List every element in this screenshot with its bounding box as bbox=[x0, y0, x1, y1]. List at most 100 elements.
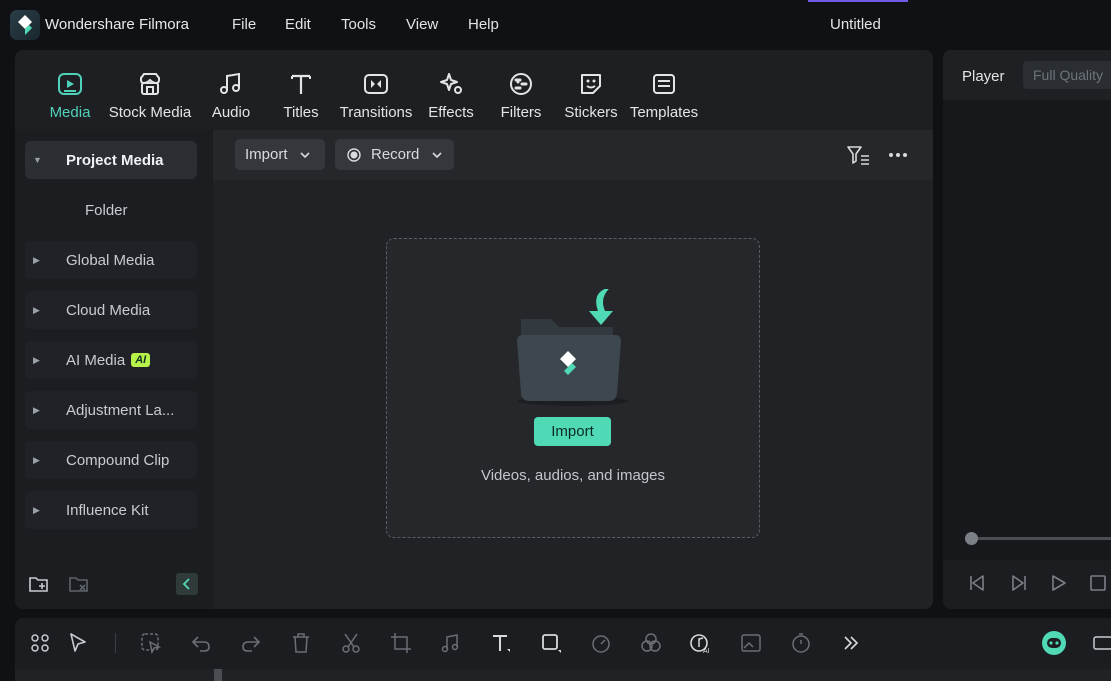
select-pointer-icon[interactable] bbox=[67, 631, 91, 655]
menu-file[interactable]: File bbox=[232, 16, 256, 33]
media-icon bbox=[56, 70, 84, 98]
menu-help[interactable]: Help bbox=[468, 16, 499, 33]
crop-icon[interactable] bbox=[389, 631, 413, 655]
delete-icon[interactable] bbox=[289, 631, 313, 655]
render-preview-icon[interactable] bbox=[1091, 631, 1111, 655]
player-header: Player Full Quality bbox=[943, 50, 1111, 100]
filters-icon bbox=[507, 70, 535, 98]
menu-view[interactable]: View bbox=[406, 16, 438, 33]
templates-icon bbox=[650, 70, 678, 98]
record-dropdown-button[interactable]: Record bbox=[335, 139, 454, 170]
media-toolbar: Import Record bbox=[213, 130, 933, 180]
import-hint-text: Videos, audios, and images bbox=[480, 467, 665, 484]
undo-icon[interactable] bbox=[189, 631, 213, 655]
layout-grid-icon[interactable] bbox=[28, 631, 52, 655]
toolbar-divider bbox=[115, 633, 116, 653]
chevron-down-icon bbox=[431, 149, 443, 161]
tab-media[interactable]: Media bbox=[25, 70, 115, 121]
ai-select-icon[interactable] bbox=[139, 631, 163, 655]
sidebar-item-cloud-media[interactable]: ▶ Cloud Media bbox=[25, 291, 197, 329]
ai-image-icon[interactable] bbox=[739, 631, 763, 655]
shape-tool-icon[interactable] bbox=[539, 631, 563, 655]
text-tool-icon[interactable] bbox=[489, 631, 513, 655]
menu-edit[interactable]: Edit bbox=[285, 16, 311, 33]
effects-sparkle-icon bbox=[437, 70, 465, 98]
next-frame-icon[interactable] bbox=[1007, 572, 1029, 594]
ai-copilot-icon[interactable] bbox=[1041, 630, 1067, 656]
audio-note-icon bbox=[217, 70, 245, 98]
record-dot-icon bbox=[347, 147, 361, 162]
caret-right-icon: ▶ bbox=[33, 354, 40, 365]
preview-canvas bbox=[943, 100, 1111, 560]
import-button[interactable]: Import bbox=[534, 417, 611, 446]
tab-label: Effects bbox=[428, 104, 474, 121]
more-tools-chevron-icon[interactable] bbox=[839, 631, 863, 655]
sidebar-item-ai-media[interactable]: ▶ AI Media AI bbox=[25, 341, 197, 379]
timeline-toolbar: AI bbox=[15, 618, 1111, 669]
play-icon[interactable] bbox=[1047, 572, 1069, 594]
tab-stock-media[interactable]: Stock Media bbox=[105, 70, 195, 121]
stickers-icon bbox=[577, 70, 605, 98]
tab-label: Stickers bbox=[564, 104, 618, 121]
sidebar-item-label: Influence Kit bbox=[66, 501, 149, 519]
timeline-resize-handle[interactable] bbox=[214, 669, 222, 681]
tab-label: Titles bbox=[283, 104, 319, 121]
tab-label: Media bbox=[49, 104, 91, 121]
ai-badge: AI bbox=[131, 353, 151, 367]
sidebar-item-label: AI Media bbox=[66, 351, 126, 369]
audio-edit-icon[interactable] bbox=[439, 631, 463, 655]
sidebar-item-label: Compound Clip bbox=[66, 451, 170, 469]
prev-frame-icon[interactable] bbox=[967, 572, 989, 594]
timer-icon[interactable] bbox=[789, 631, 813, 655]
menu-tools[interactable]: Tools bbox=[341, 16, 376, 33]
app-name: Wondershare Filmora bbox=[45, 16, 189, 33]
timeline-area bbox=[15, 669, 1111, 681]
caret-right-icon: ▶ bbox=[33, 504, 40, 515]
tab-templates[interactable]: Templates bbox=[619, 70, 709, 121]
media-content-area: Import Record Import Videos, audios, and… bbox=[213, 130, 933, 609]
collapse-sidebar-icon[interactable] bbox=[176, 573, 198, 595]
caret-right-icon: ▶ bbox=[33, 254, 40, 265]
chevron-down-icon bbox=[299, 149, 311, 161]
import-drop-zone[interactable]: Import Videos, audios, and images bbox=[386, 238, 760, 538]
document-title: Untitled bbox=[830, 16, 881, 33]
sidebar-item-adjustment-layer[interactable]: ▶ Adjustment La... bbox=[25, 391, 197, 429]
sidebar-item-global-media[interactable]: ▶ Global Media bbox=[25, 241, 197, 279]
delete-folder-icon[interactable] bbox=[68, 573, 90, 595]
sidebar-item-influence-kit[interactable]: ▶ Influence Kit bbox=[25, 491, 197, 529]
sidebar-item-label: Project Media bbox=[66, 151, 164, 169]
player-panel: Player Full Quality bbox=[943, 50, 1111, 609]
new-folder-icon[interactable] bbox=[28, 573, 50, 595]
stock-media-icon bbox=[136, 70, 164, 98]
more-options-icon[interactable] bbox=[886, 143, 910, 167]
caret-right-icon: ▶ bbox=[33, 454, 40, 465]
stop-icon[interactable] bbox=[1087, 572, 1109, 594]
library-tabs: Media Stock Media Audio Titles Transitio… bbox=[15, 50, 933, 130]
title-bar: Wondershare Filmora File Edit Tools View… bbox=[0, 0, 1111, 50]
color-match-icon[interactable] bbox=[639, 631, 663, 655]
sidebar-item-folder[interactable]: Folder bbox=[85, 202, 128, 219]
tab-label: Filters bbox=[500, 104, 542, 121]
quality-select[interactable]: Full Quality bbox=[1023, 61, 1111, 89]
ai-audio-icon[interactable]: AI bbox=[689, 631, 713, 655]
redo-icon[interactable] bbox=[239, 631, 263, 655]
sidebar-item-project-media[interactable]: ▼ Project Media bbox=[25, 141, 197, 179]
sidebar-item-label: Cloud Media bbox=[66, 301, 151, 319]
title-accent-line bbox=[808, 0, 908, 2]
import-dropdown-button[interactable]: Import bbox=[235, 139, 325, 170]
split-scissors-icon[interactable] bbox=[339, 631, 363, 655]
tab-label: Transitions bbox=[339, 104, 413, 121]
media-sidebar: ▼ Project Media Folder ▶ Global Media ▶ … bbox=[15, 130, 213, 609]
scrubber-track[interactable] bbox=[972, 537, 1111, 540]
tab-label: Audio bbox=[211, 104, 251, 121]
titles-t-icon bbox=[287, 70, 315, 98]
svg-text:AI: AI bbox=[703, 648, 710, 655]
transitions-icon bbox=[362, 70, 390, 98]
speed-icon[interactable] bbox=[589, 631, 613, 655]
import-label: Import bbox=[245, 146, 288, 163]
filter-sort-icon[interactable] bbox=[846, 143, 870, 167]
sidebar-item-compound-clip[interactable]: ▶ Compound Clip bbox=[25, 441, 197, 479]
record-label: Record bbox=[371, 146, 420, 163]
media-library-panel: Media Stock Media Audio Titles Transitio… bbox=[15, 50, 933, 609]
scrubber-handle[interactable] bbox=[965, 532, 978, 545]
